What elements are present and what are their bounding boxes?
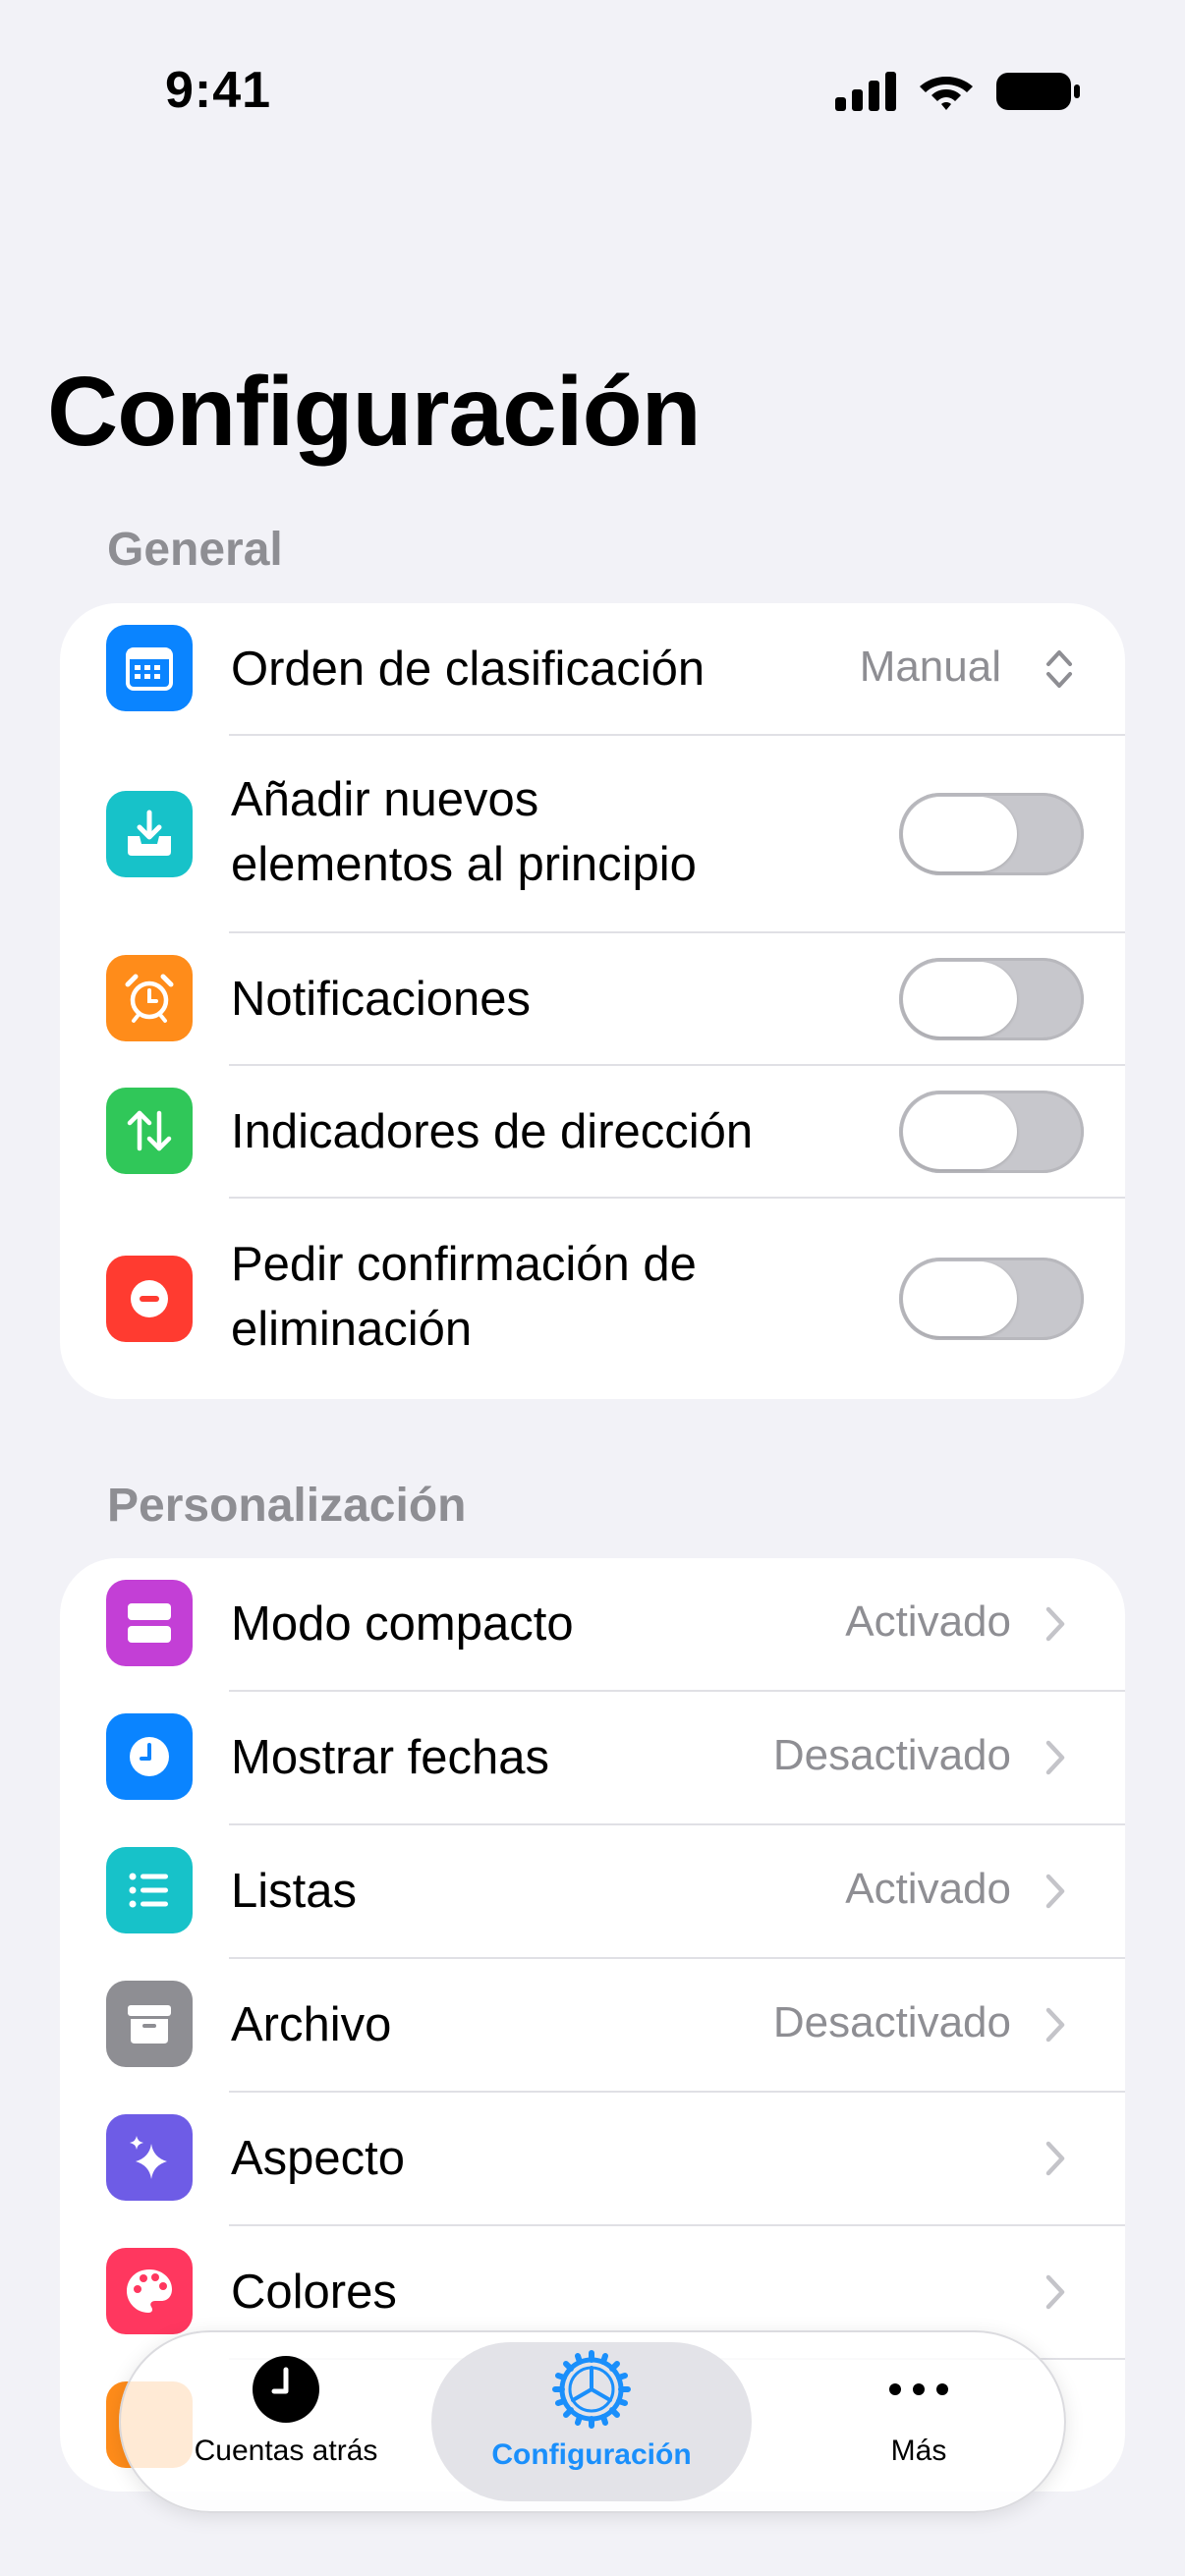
wifi-icon bbox=[920, 77, 973, 110]
tray-download-icon bbox=[106, 791, 193, 877]
show-dates-value: Desactivado bbox=[772, 1731, 1011, 1779]
clock-icon bbox=[253, 2356, 319, 2423]
notifications-toggle[interactable] bbox=[899, 958, 1084, 1040]
compact-mode-value: Activado bbox=[845, 1597, 1011, 1646]
add-to-top-label-line2: elementos al principio bbox=[231, 838, 697, 891]
ellipsis-icon bbox=[889, 2383, 948, 2395]
status-bar: 9:41 bbox=[0, 0, 1185, 196]
gear-icon bbox=[552, 2350, 631, 2429]
archive-box-icon bbox=[106, 1981, 193, 2067]
tab-settings[interactable]: Configuración bbox=[431, 2342, 752, 2501]
add-to-top-toggle[interactable] bbox=[899, 793, 1084, 875]
lists-value: Activado bbox=[845, 1865, 1011, 1913]
cellular-signal-icon bbox=[835, 72, 896, 111]
status-time: 9:41 bbox=[165, 62, 272, 119]
tab-countdowns[interactable]: Cuentas atrás bbox=[160, 2342, 412, 2501]
tab-more[interactable]: Más bbox=[813, 2342, 1025, 2501]
tab-more-label: Más bbox=[890, 2435, 947, 2467]
confirm-deletion-toggle[interactable] bbox=[899, 1258, 1084, 1340]
direction-indicators-label: Indicadores de dirección bbox=[231, 1105, 754, 1158]
sort-order-row[interactable]: Orden de clasificación Manual bbox=[60, 603, 1125, 735]
calendar-icon bbox=[106, 625, 193, 711]
archive-value: Desactivado bbox=[772, 1998, 1011, 2046]
add-to-top-label-line1: Añadir nuevos bbox=[231, 773, 539, 826]
compact-mode-row[interactable]: Modo compacto Activado bbox=[60, 1558, 1125, 1690]
tab-countdowns-label: Cuentas atrás bbox=[194, 2435, 378, 2467]
tab-bar: Cuentas atrás Configuración Más bbox=[119, 2330, 1066, 2513]
status-icons bbox=[835, 71, 1081, 112]
section-header-personalization: Personalización bbox=[107, 1480, 467, 1532]
tab-settings-label: Configuración bbox=[491, 2438, 692, 2471]
clock-icon bbox=[106, 1713, 193, 1800]
compact-rows-icon bbox=[106, 1580, 193, 1666]
chevron-right-icon bbox=[1045, 1874, 1065, 1909]
toggle-knob bbox=[903, 1094, 1017, 1169]
show-dates-row[interactable]: Mostrar fechas Desactivado bbox=[60, 1692, 1125, 1823]
sparkles-icon bbox=[106, 2114, 193, 2201]
sort-order-label: Orden de clasificación bbox=[231, 643, 705, 696]
confirm-deletion-label-line1: Pedir confirmación de bbox=[231, 1238, 697, 1291]
lists-row[interactable]: Listas Activado bbox=[60, 1825, 1125, 1957]
palette-icon bbox=[106, 2248, 193, 2334]
list-bullet-icon bbox=[106, 1847, 193, 1933]
direction-indicators-toggle[interactable] bbox=[899, 1091, 1084, 1173]
chevron-right-icon bbox=[1045, 1740, 1065, 1775]
direction-indicators-row: Indicadores de dirección bbox=[60, 1066, 1125, 1198]
archive-row[interactable]: Archivo Desactivado bbox=[60, 1959, 1125, 2091]
notifications-row: Notificaciones bbox=[60, 933, 1125, 1065]
appearance-label: Aspecto bbox=[231, 2132, 406, 2185]
toggle-knob bbox=[903, 797, 1017, 871]
up-down-arrows-icon bbox=[106, 1088, 193, 1174]
compact-mode-label: Modo compacto bbox=[231, 1597, 574, 1651]
minus-circle-icon bbox=[106, 1256, 193, 1342]
archive-label: Archivo bbox=[231, 1998, 392, 2051]
chevron-right-icon bbox=[1045, 2007, 1065, 2043]
toggle-knob bbox=[903, 1261, 1017, 1336]
section-header-general: General bbox=[107, 524, 283, 576]
toggle-knob bbox=[903, 962, 1017, 1036]
add-to-top-row: Añadir nuevos elementos al principio bbox=[60, 736, 1125, 932]
chevron-right-icon bbox=[1045, 1606, 1065, 1642]
colors-label: Colores bbox=[231, 2266, 397, 2319]
show-dates-label: Mostrar fechas bbox=[231, 1731, 550, 1784]
page-title: Configuración bbox=[47, 357, 702, 467]
chevron-up-down-icon bbox=[1046, 650, 1072, 688]
appearance-row[interactable]: Aspecto bbox=[60, 2093, 1125, 2224]
chevron-right-icon bbox=[1045, 2141, 1065, 2176]
confirm-deletion-row: Pedir confirmación de eliminación bbox=[60, 1199, 1125, 1399]
battery-icon bbox=[996, 73, 1080, 110]
confirm-deletion-label-line2: eliminación bbox=[231, 1303, 473, 1356]
notifications-label: Notificaciones bbox=[231, 973, 532, 1026]
chevron-right-icon bbox=[1045, 2274, 1065, 2310]
general-card: Orden de clasificación Manual Añadir nue… bbox=[60, 603, 1125, 1399]
lists-label: Listas bbox=[231, 1865, 358, 1918]
sort-order-value: Manual bbox=[859, 643, 1001, 691]
alarm-clock-icon bbox=[106, 955, 193, 1041]
